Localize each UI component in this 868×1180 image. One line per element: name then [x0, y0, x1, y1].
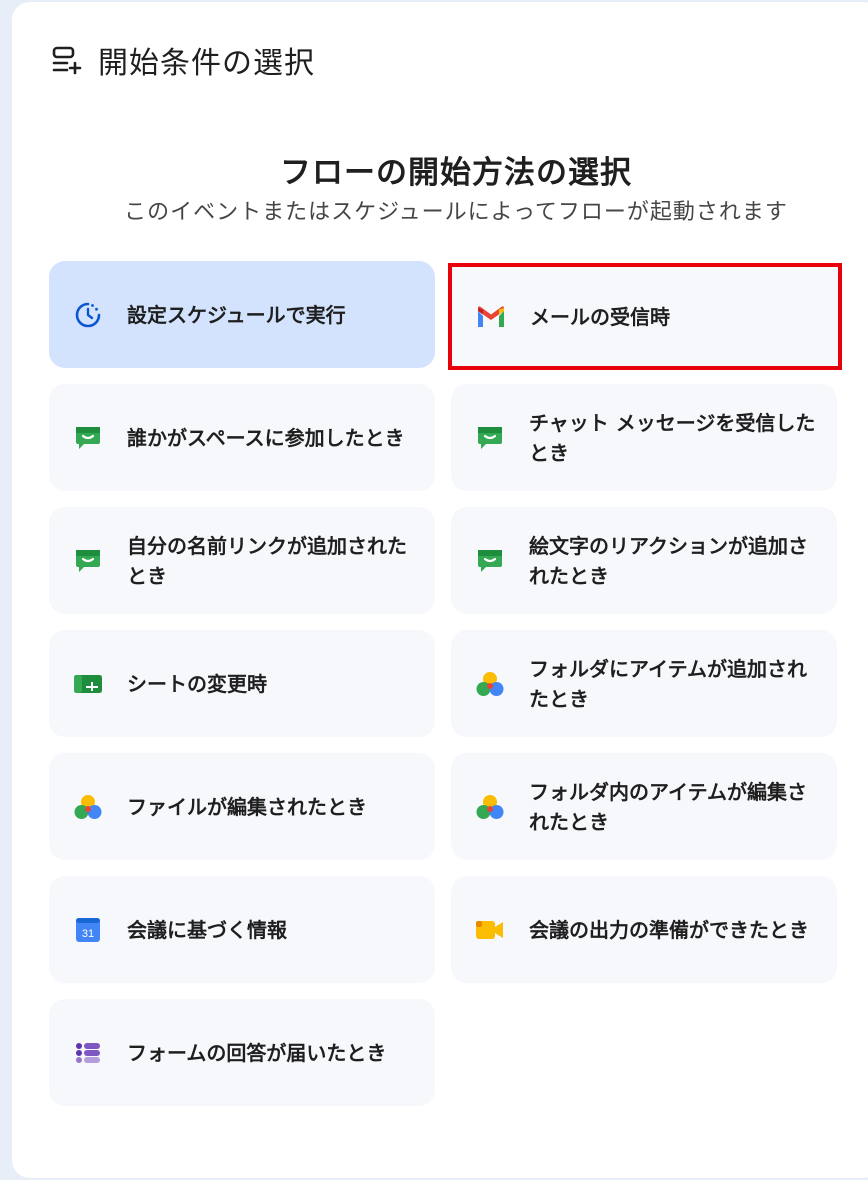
panel-header: 開始条件の選択 [52, 38, 315, 82]
schedule-icon [73, 300, 103, 330]
trigger-label: 設定スケジュールで実行 [127, 302, 346, 327]
sheets-icon [73, 669, 103, 699]
drive-icon [475, 669, 505, 699]
trigger-card-meeting-info[interactable]: 31 会議に基づく情報 [49, 876, 435, 983]
trigger-label: 誰かがスペースに参加したとき [127, 425, 405, 450]
trigger-card-schedule[interactable]: 設定スケジュールで実行 [49, 261, 435, 368]
trigger-card-gmail[interactable]: メールの受信時 [448, 263, 842, 370]
gmail-icon [476, 302, 506, 332]
trigger-label: メールの受信時 [530, 304, 670, 329]
trigger-card-emoji-reaction[interactable]: 絵文字のリアクションが追加されたとき [451, 507, 837, 614]
add-list-icon [52, 42, 82, 78]
trigger-card-folder-item-edited[interactable]: フォルダ内のアイテムが編集されたとき [451, 753, 837, 860]
chat-icon [73, 546, 103, 576]
trigger-card-folder-item-added[interactable]: フォルダにアイテムが追加されたとき [451, 630, 837, 737]
trigger-label: シートの変更時 [127, 671, 267, 696]
chat-icon [475, 423, 505, 453]
trigger-card-chat-message[interactable]: チャット メッセージを受信したとき [451, 384, 837, 491]
svg-text:31: 31 [82, 928, 94, 940]
trigger-card-space-join[interactable]: 誰かがスペースに参加したとき [49, 384, 435, 491]
chat-icon [475, 546, 505, 576]
trigger-card-sheet-change[interactable]: シートの変更時 [49, 630, 435, 737]
trigger-label: ファイルが編集されたとき [127, 794, 367, 819]
trigger-label: 会議の出力の準備ができたとき [529, 917, 809, 942]
hero-subtitle: このイベントまたはスケジュールによってフローが起動されます [124, 200, 788, 225]
trigger-card-file-edited[interactable]: ファイルが編集されたとき [49, 753, 435, 860]
trigger-label: フォルダにアイテムが追加されたとき [529, 656, 807, 711]
trigger-card-form-response[interactable]: フォームの回答が届いたとき [49, 999, 435, 1106]
hero-title: フローの開始方法の選択 [280, 155, 632, 191]
trigger-label: 会議に基づく情報 [127, 917, 287, 942]
trigger-label: フォームの回答が届いたとき [127, 1040, 387, 1065]
drive-icon [475, 792, 505, 822]
trigger-label: 自分の名前リンクが追加されたとき [127, 533, 407, 588]
drive-icon [73, 792, 103, 822]
trigger-label: チャット メッセージを受信したとき [529, 410, 816, 465]
chat-icon [73, 423, 103, 453]
panel-title: 開始条件の選択 [98, 46, 315, 81]
trigger-label: フォルダ内のアイテムが編集されたとき [529, 779, 807, 834]
trigger-label: 絵文字のリアクションが追加されたとき [529, 533, 808, 588]
trigger-card-mention[interactable]: 自分の名前リンクが追加されたとき [49, 507, 435, 614]
forms-icon [73, 1038, 103, 1068]
trigger-card-meeting-output[interactable]: 会議の出力の準備ができたとき [451, 876, 837, 983]
calendar-icon: 31 [73, 915, 103, 945]
meet-icon [475, 915, 505, 945]
